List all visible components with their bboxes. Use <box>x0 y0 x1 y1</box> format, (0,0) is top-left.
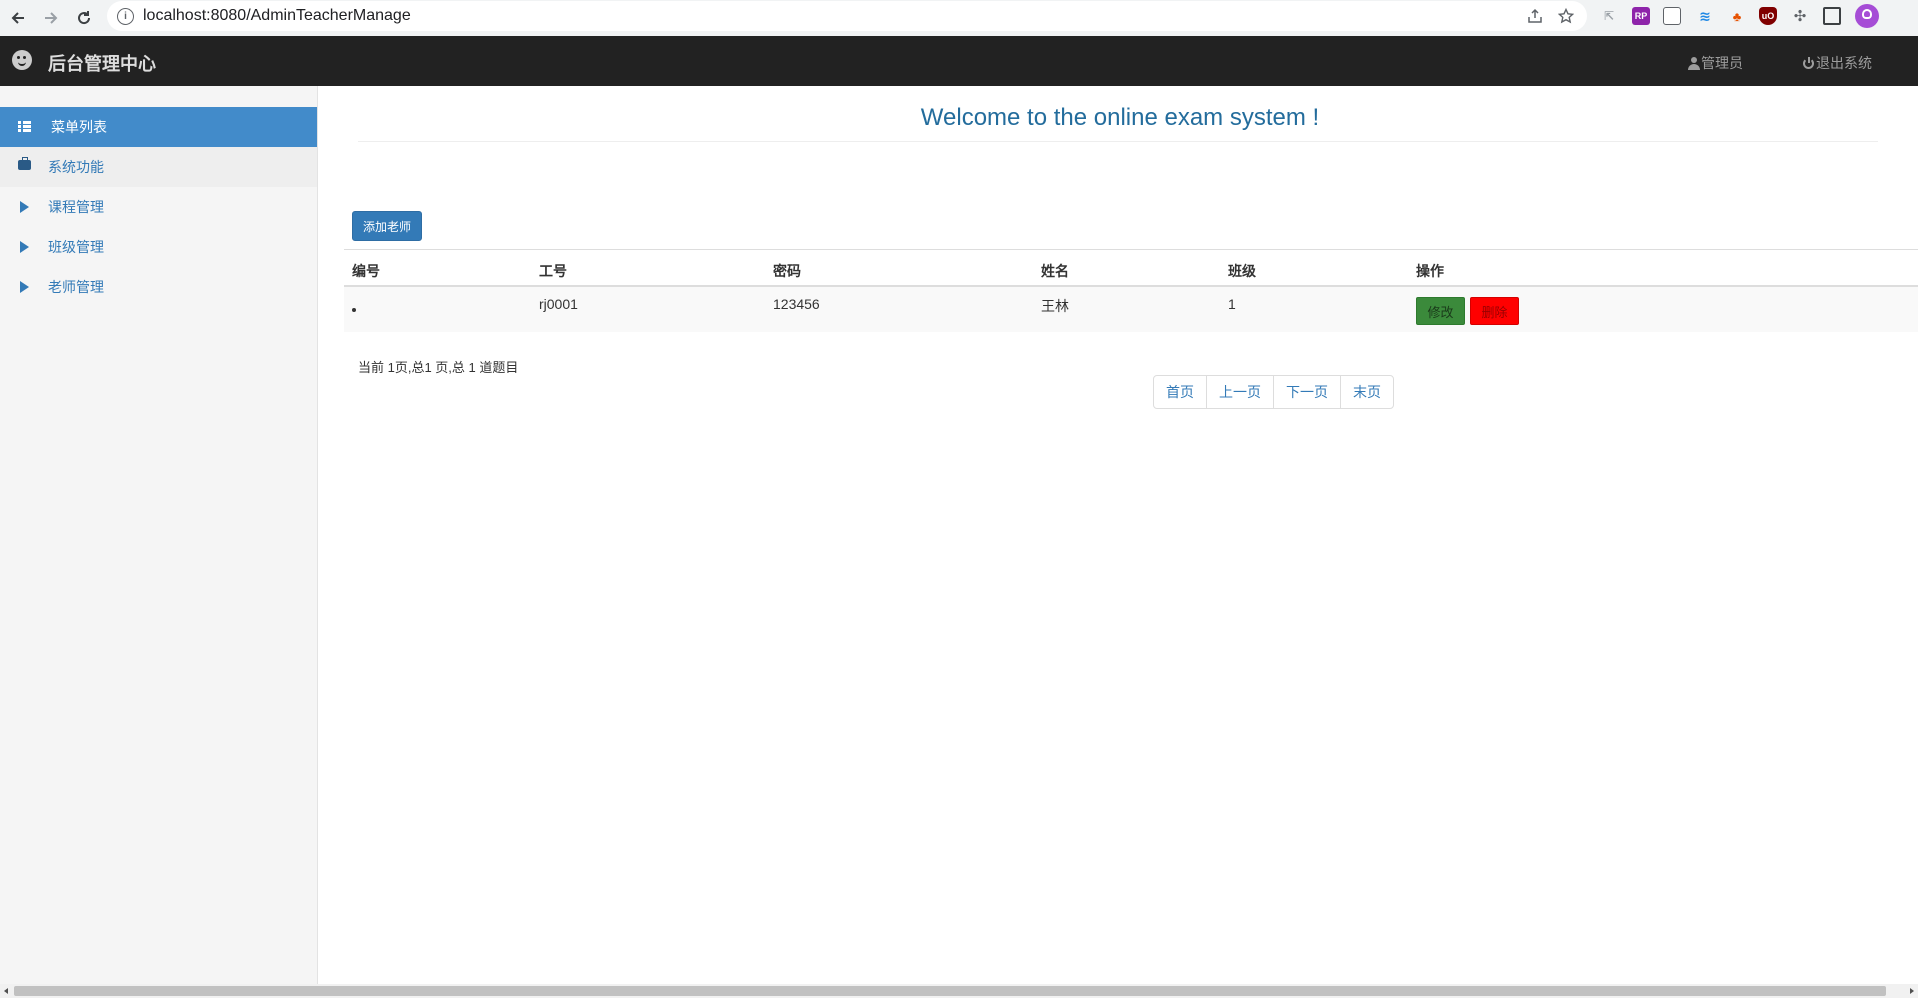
sidebar-item-label: 老师管理 <box>48 279 104 295</box>
pagination: 首页 上一页 下一页 末页 <box>1153 375 1394 409</box>
table-header: 编号 工号 密码 姓名 班级 操作 <box>344 249 1918 287</box>
power-icon <box>1803 56 1814 69</box>
add-teacher-button[interactable]: 添加老师 <box>352 211 422 241</box>
prev-page-link[interactable]: 上一页 <box>1206 376 1273 408</box>
edit-button[interactable]: 修改 <box>1416 297 1465 325</box>
brand-title[interactable]: 后台管理中心 <box>48 50 156 76</box>
sidebar-item-menu-list[interactable]: 菜单列表 <box>0 107 317 147</box>
cell-password: 123456 <box>773 296 820 312</box>
pagination-info: 当前 1页,总1 页,总 1 道题目 <box>358 360 519 375</box>
admin-label: 管理员 <box>1701 55 1743 71</box>
scrollbar-thumb[interactable] <box>14 986 1886 996</box>
triangle-right-icon <box>20 201 29 213</box>
profile-avatar[interactable] <box>1855 4 1879 28</box>
row-id-bullet <box>352 308 356 312</box>
rp-ext-icon[interactable]: RP <box>1632 7 1650 25</box>
sidebar-item-system-functions[interactable]: 系统功能 <box>0 147 317 187</box>
first-page-link[interactable]: 首页 <box>1154 376 1206 408</box>
triangle-right-icon <box>20 241 29 253</box>
bird-ext-icon[interactable]: ≋ <box>1696 7 1714 25</box>
scroll-right-icon[interactable] <box>1910 988 1914 994</box>
triangle-right-icon <box>20 281 29 293</box>
admin-link[interactable]: 管理员 <box>1688 53 1743 73</box>
logout-label: 退出系统 <box>1816 55 1872 71</box>
sidebar-item-label: 菜单列表 <box>51 119 107 135</box>
smiley-logo-icon <box>12 50 32 70</box>
puzzle-icon[interactable]: ✣ <box>1791 7 1809 25</box>
briefcase-icon <box>18 157 31 170</box>
sidepanel-icon[interactable] <box>1823 7 1841 25</box>
scroll-left-icon[interactable] <box>4 988 8 994</box>
page-title: Welcome to the online exam system ! <box>920 104 1320 131</box>
browser-toolbar: i localhost:8080/AdminTeacherManage ⇱ RP… <box>0 0 1918 37</box>
logout-link[interactable]: 退出系统 <box>1803 53 1872 73</box>
star-icon[interactable] <box>1556 6 1576 26</box>
grid-ext-icon[interactable] <box>1663 7 1681 25</box>
address-bar[interactable]: i localhost:8080/AdminTeacherManage <box>107 1 1587 31</box>
sidebar-item-course-management[interactable]: 课程管理 <box>0 187 317 227</box>
url-text: localhost:8080/AdminTeacherManage <box>143 7 411 24</box>
column-header-id: 编号 <box>352 263 380 279</box>
top-navbar: 后台管理中心 管理员 退出系统 <box>0 36 1918 86</box>
column-header-job-no: 工号 <box>539 263 567 279</box>
site-info-icon[interactable]: i <box>117 7 134 25</box>
forward-icon[interactable] <box>39 6 63 30</box>
title-divider <box>358 141 1878 142</box>
sidebar-item-class-management[interactable]: 班级管理 <box>0 227 317 267</box>
teacher-table: 编号 工号 密码 姓名 班级 操作 rj0001 123456 王林 1 修改 … <box>344 249 1918 332</box>
share-icon[interactable] <box>1525 6 1545 26</box>
sidebar-item-label: 系统功能 <box>48 159 104 175</box>
user-icon <box>1688 56 1700 70</box>
cell-job-no: rj0001 <box>539 296 578 312</box>
cell-class: 1 <box>1228 296 1236 312</box>
last-page-link[interactable]: 末页 <box>1340 376 1393 408</box>
tree-ext-icon[interactable]: ♣ <box>1728 7 1746 25</box>
column-header-password: 密码 <box>773 263 801 279</box>
sidebar-item-teacher-management[interactable]: 老师管理 <box>0 267 317 307</box>
sidebar: 菜单列表 系统功能 课程管理 班级管理 老师管理 <box>0 86 318 984</box>
column-header-class: 班级 <box>1228 263 1256 279</box>
cell-name: 王林 <box>1041 298 1069 314</box>
delete-button[interactable]: 删除 <box>1470 297 1519 325</box>
sidebar-item-label: 课程管理 <box>48 199 104 215</box>
column-header-name: 姓名 <box>1041 263 1069 279</box>
column-header-actions: 操作 <box>1416 263 1444 279</box>
sidebar-item-label: 班级管理 <box>48 239 104 255</box>
grid-list-icon <box>18 121 31 132</box>
ublock-ext-icon[interactable]: uO <box>1759 7 1777 25</box>
cursor-ext-icon[interactable]: ⇱ <box>1600 7 1618 25</box>
horizontal-scrollbar[interactable] <box>0 984 1918 998</box>
next-page-link[interactable]: 下一页 <box>1273 376 1340 408</box>
back-icon[interactable] <box>6 6 30 30</box>
table-row: rj0001 123456 王林 1 修改 删除 <box>344 287 1918 332</box>
reload-icon[interactable] <box>72 6 96 30</box>
